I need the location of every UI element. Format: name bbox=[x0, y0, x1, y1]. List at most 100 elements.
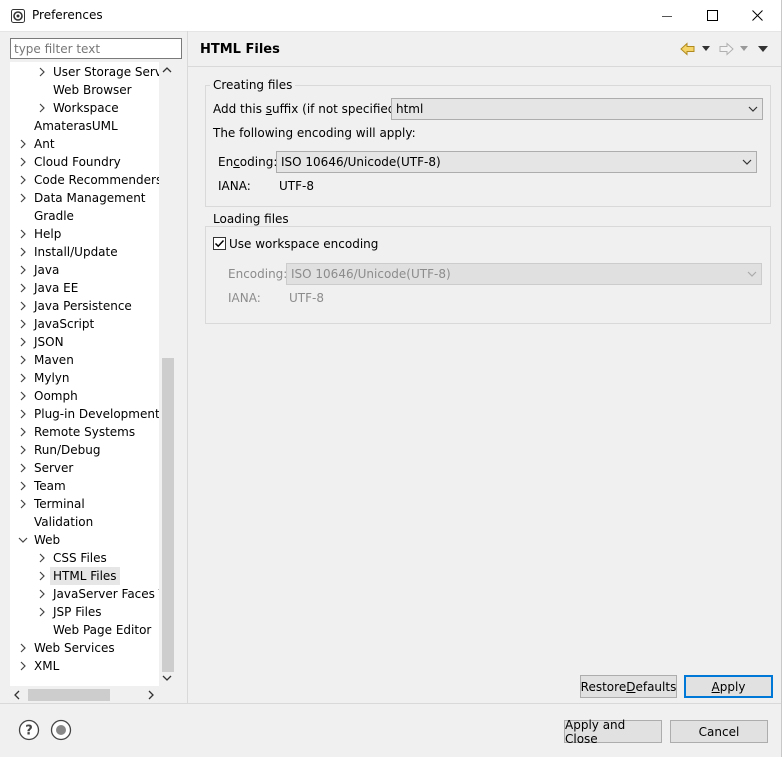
encoding-combo[interactable]: ISO 10646/Unicode(UTF-8) bbox=[276, 151, 757, 173]
tree-item[interactable]: Java bbox=[10, 261, 160, 279]
tree-item[interactable]: Data Management bbox=[10, 189, 160, 207]
tree-item-label: Java EE bbox=[34, 281, 79, 295]
encoding-value: ISO 10646/Unicode(UTF-8) bbox=[281, 155, 441, 169]
scroll-up-icon[interactable] bbox=[162, 66, 172, 74]
record-icon[interactable] bbox=[50, 719, 72, 741]
chevron-right-icon[interactable] bbox=[17, 423, 29, 441]
tree-item[interactable]: Cloud Foundry bbox=[10, 153, 160, 171]
pane-divider[interactable] bbox=[187, 31, 188, 703]
tree-vertical-scroll-thumb[interactable] bbox=[162, 358, 174, 672]
tree-item-label: XML bbox=[34, 659, 60, 673]
tree-item[interactable]: Remote Systems bbox=[10, 423, 160, 441]
tree-item[interactable]: JSP Files bbox=[10, 603, 160, 621]
chevron-right-icon[interactable] bbox=[17, 135, 29, 153]
chevron-right-icon[interactable] bbox=[17, 657, 29, 675]
tree-item[interactable]: JavaScript bbox=[10, 315, 160, 333]
tree-item[interactable]: Java Persistence bbox=[10, 297, 160, 315]
tree-item[interactable]: Install/Update bbox=[10, 243, 160, 261]
scroll-right-icon[interactable] bbox=[147, 690, 155, 700]
tree-item[interactable]: CSS Files bbox=[10, 549, 160, 567]
restore-defaults-button[interactable]: Restore Defaults bbox=[580, 675, 677, 698]
chevron-right-icon[interactable] bbox=[17, 243, 29, 261]
chevron-right-icon[interactable] bbox=[17, 297, 29, 315]
tree-item[interactable]: Maven bbox=[10, 351, 160, 369]
scroll-left-icon[interactable] bbox=[13, 690, 21, 700]
chevron-right-icon[interactable] bbox=[17, 351, 29, 369]
loading-encoding-value: ISO 10646/Unicode(UTF-8) bbox=[291, 267, 451, 281]
tree-item-label: Web Browser bbox=[53, 83, 132, 97]
chevron-right-icon[interactable] bbox=[36, 567, 48, 585]
tree-item[interactable]: Web Services bbox=[10, 639, 160, 657]
chevron-right-icon[interactable] bbox=[17, 405, 29, 423]
tree-item[interactable]: Oomph bbox=[10, 387, 160, 405]
tree-item[interactable]: Workspace bbox=[10, 99, 160, 117]
forward-arrow-icon[interactable] bbox=[718, 42, 734, 56]
chevron-right-icon[interactable] bbox=[17, 387, 29, 405]
back-menu-chevron-icon[interactable] bbox=[702, 46, 710, 52]
back-arrow-icon[interactable] bbox=[680, 42, 696, 56]
tree-item[interactable]: AmaterasUML bbox=[10, 117, 160, 135]
tree-item[interactable]: Java EE bbox=[10, 279, 160, 297]
tree-item[interactable]: Server bbox=[10, 459, 160, 477]
chevron-right-icon[interactable] bbox=[17, 495, 29, 513]
chevron-right-icon[interactable] bbox=[17, 189, 29, 207]
tree-item[interactable]: Terminal bbox=[10, 495, 160, 513]
chevron-right-icon[interactable] bbox=[36, 585, 48, 603]
tree-item[interactable]: Web Page Editor bbox=[10, 621, 160, 639]
forward-menu-chevron-icon[interactable] bbox=[740, 46, 748, 52]
tree-item-label: Remote Systems bbox=[34, 425, 136, 439]
chevron-right-icon[interactable] bbox=[17, 315, 29, 333]
cancel-button[interactable]: Cancel bbox=[670, 720, 768, 743]
chevron-right-icon[interactable] bbox=[17, 369, 29, 387]
tree-item[interactable]: Help bbox=[10, 225, 160, 243]
tree-item[interactable]: Ant bbox=[10, 135, 160, 153]
suffix-combo[interactable]: html bbox=[391, 98, 763, 120]
help-icon[interactable]: ? bbox=[18, 719, 40, 741]
tree-item[interactable]: HTML Files bbox=[10, 567, 160, 585]
chevron-right-icon[interactable] bbox=[17, 261, 29, 279]
tree-item-label: JavaScript bbox=[34, 317, 95, 331]
chevron-down-icon bbox=[748, 106, 758, 112]
tree-item[interactable]: Gradle bbox=[10, 207, 160, 225]
tree-item[interactable]: JSON bbox=[10, 333, 160, 351]
workspace-encoding-label[interactable]: Use workspace encoding bbox=[229, 237, 378, 251]
chevron-down-icon[interactable] bbox=[17, 531, 29, 549]
tree-item[interactable]: User Storage Servic bbox=[10, 63, 172, 81]
close-window-button[interactable] bbox=[734, 0, 780, 31]
chevron-right-icon[interactable] bbox=[17, 639, 29, 657]
tree-item[interactable]: Team bbox=[10, 477, 160, 495]
chevron-right-icon[interactable] bbox=[17, 153, 29, 171]
view-menu-icon[interactable] bbox=[758, 46, 768, 52]
tree-item[interactable]: Code Recommenders bbox=[10, 171, 162, 189]
maximize-button[interactable] bbox=[689, 0, 735, 31]
chevron-right-icon[interactable] bbox=[36, 549, 48, 567]
chevron-right-icon[interactable] bbox=[36, 603, 48, 621]
tree-item[interactable]: Validation bbox=[10, 513, 160, 531]
tree-item[interactable]: Plug-in Development bbox=[10, 405, 160, 423]
tree-item[interactable]: Web bbox=[10, 531, 160, 549]
tree-item-label: Cloud Foundry bbox=[34, 155, 121, 169]
chevron-right-icon[interactable] bbox=[17, 441, 29, 459]
tree-item[interactable]: Web Browser bbox=[10, 81, 160, 99]
chevron-right-icon[interactable] bbox=[36, 99, 48, 117]
chevron-right-icon[interactable] bbox=[17, 171, 29, 189]
tree-item[interactable]: XML bbox=[10, 657, 160, 675]
minimize-icon bbox=[662, 15, 672, 17]
chevron-right-icon[interactable] bbox=[17, 225, 29, 243]
tree-item[interactable]: JavaServer Faces To bbox=[10, 585, 171, 603]
apply-button[interactable]: Apply bbox=[684, 675, 773, 698]
bottom-separator bbox=[0, 703, 782, 704]
filter-input[interactable] bbox=[10, 38, 182, 59]
chevron-right-icon[interactable] bbox=[17, 279, 29, 297]
chevron-right-icon[interactable] bbox=[17, 333, 29, 351]
chevron-right-icon[interactable] bbox=[36, 63, 48, 81]
scroll-down-icon[interactable] bbox=[162, 674, 172, 682]
chevron-right-icon[interactable] bbox=[17, 477, 29, 495]
workspace-encoding-checkbox[interactable] bbox=[213, 237, 226, 250]
chevron-right-icon[interactable] bbox=[17, 459, 29, 477]
apply-and-close-button[interactable]: Apply and Close bbox=[564, 718, 662, 746]
tree-item[interactable]: Mylyn bbox=[10, 369, 160, 387]
tree-horizontal-scroll-thumb[interactable] bbox=[28, 689, 110, 701]
tree-item[interactable]: Run/Debug bbox=[10, 441, 160, 459]
minimize-button[interactable] bbox=[644, 0, 690, 31]
